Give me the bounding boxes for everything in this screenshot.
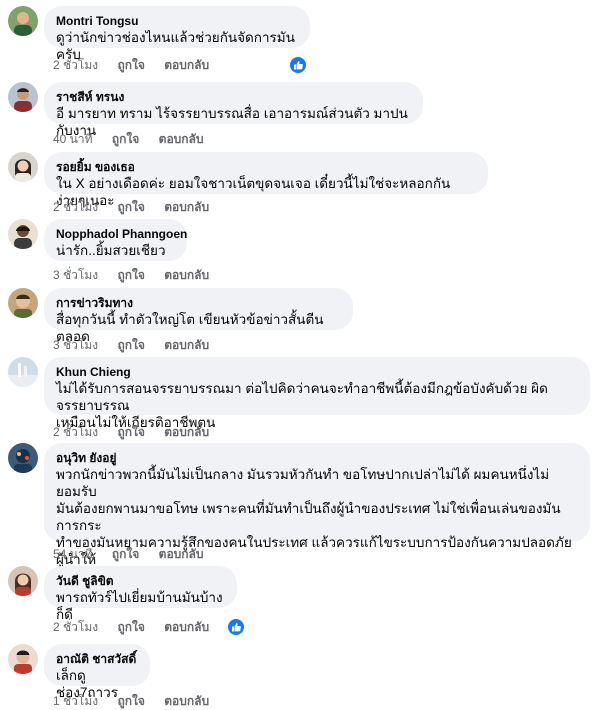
like-button[interactable]: ถูกใจ: [112, 547, 139, 561]
avatar[interactable]: [8, 566, 38, 596]
comment-bubble: Montri Tongsu ดูว่านักข่าวช่องไหนแล้วช่ว…: [44, 6, 310, 62]
like-button[interactable]: ถูกใจ: [117, 694, 144, 708]
reply-button[interactable]: ตอบกลับ: [164, 58, 209, 72]
avatar[interactable]: [8, 288, 38, 318]
like-button[interactable]: ถูกใจ: [117, 200, 144, 214]
thumbs-up-icon[interactable]: [289, 56, 307, 74]
author-name[interactable]: ราชสีห์ ทรนง: [56, 89, 411, 105]
reply-button[interactable]: ตอบกลับ: [164, 620, 209, 634]
avatar[interactable]: [8, 219, 38, 249]
timestamp[interactable]: 40 นาที: [53, 132, 93, 146]
comment-actions: 3 ชั่วโมง ถูกใจ ตอบกลับ: [53, 338, 225, 352]
author-name[interactable]: Khun Chieng: [56, 364, 578, 380]
comment-text: ไม่ได้รับการสอนจรรยาบรรณมา ต่อไปคิดว่าคน…: [56, 381, 548, 413]
comment-text: มันต้องยกพานมาขอโทษ เพราะคนที่มันทำเป็นถ…: [56, 501, 561, 533]
comment-bubble: วันดี ชูลิขิต พารถทัวร์ไปเยี่ยมบ้านมันบ้…: [44, 566, 237, 622]
author-name[interactable]: รอยยิ้ม ของเธอ: [56, 159, 476, 175]
comment-actions: 40 นาที ถูกใจ ตอบกลับ: [53, 132, 220, 146]
reply-button[interactable]: ตอบกลับ: [159, 132, 204, 146]
comment-actions: 2 ชั่วโมง ถูกใจ ตอบกลับ: [53, 620, 225, 634]
reply-button[interactable]: ตอบกลับ: [159, 547, 204, 561]
author-name[interactable]: Nopphadol Phanngoen: [56, 226, 187, 242]
reply-button[interactable]: ตอบกลับ: [164, 425, 209, 439]
comment-actions: 54 นาที ถูกใจ ตอบกลับ: [53, 547, 220, 561]
reply-button[interactable]: ตอบกลับ: [164, 338, 209, 352]
comment-actions: 3 ชั่วโมง ถูกใจ ตอบกลับ: [53, 268, 225, 282]
like-button[interactable]: ถูกใจ: [117, 58, 144, 72]
comment-actions: 2 ชั่วโมง ถูกใจ ตอบกลับ: [53, 425, 225, 439]
like-button[interactable]: ถูกใจ: [117, 268, 144, 282]
comment-text: น่ารัก..ยิ้มสวยเชียว: [56, 243, 166, 258]
like-button[interactable]: ถูกใจ: [117, 620, 144, 634]
avatar[interactable]: [8, 152, 38, 182]
comment-bubble: Nopphadol Phanngoen น่ารัก..ยิ้มสวยเชียว: [44, 219, 187, 261]
avatar[interactable]: [8, 443, 38, 473]
like-button[interactable]: ถูกใจ: [117, 425, 144, 439]
reply-button[interactable]: ตอบกลับ: [164, 694, 209, 708]
timestamp[interactable]: 1 ชั่วโมง: [53, 694, 98, 708]
reply-button[interactable]: ตอบกลับ: [164, 200, 209, 214]
comment-bubble: ราชสีห์ ทรนง อี มารยาท ทราม ไร้จรรยาบรรณ…: [44, 82, 423, 138]
avatar[interactable]: [8, 357, 38, 387]
like-button[interactable]: ถูกใจ: [117, 338, 144, 352]
comment-bubble: อนุวิท ยังอยู่ พวกนักข่าวพวกนี้มันไม่เป็…: [44, 443, 590, 584]
timestamp[interactable]: 2 ชั่วโมง: [53, 620, 98, 634]
comment-text: พารถทัวร์ไปเยี่ยมบ้านมันบ้างก็ดี: [56, 590, 223, 622]
thumbs-up-icon[interactable]: [227, 618, 245, 636]
comment-bubble: รอยยิ้ม ของเธอ ใน X อย่างเดือดค่ะ ยอมใจช…: [44, 152, 488, 208]
comment-actions: 1 ชั่วโมง ถูกใจ ตอบกลับ: [53, 694, 225, 708]
author-name[interactable]: Montri Tongsu: [56, 13, 298, 29]
timestamp[interactable]: 3 ชั่วโมง: [53, 268, 98, 282]
timestamp[interactable]: 2 ชั่วโมง: [53, 58, 98, 72]
like-button[interactable]: ถูกใจ: [112, 132, 139, 146]
comment-bubble: การข่าวริมทาง สื่อทุกวันนี้ ทำตัวใหญ่โต …: [44, 288, 353, 344]
timestamp[interactable]: 2 ชั่วโมง: [53, 200, 98, 214]
author-name[interactable]: การข่าวริมทาง: [56, 295, 341, 311]
author-name[interactable]: อนุวิท ยังอยู่: [56, 450, 578, 466]
comment-text: พวกนักข่าวพวกนี้มันไม่เป็นกลาง มันรวมหัว…: [56, 467, 550, 499]
comment-actions: 2 ชั่วโมง ถูกใจ ตอบกลับ: [53, 200, 225, 214]
timestamp[interactable]: 3 ชั่วโมง: [53, 338, 98, 352]
avatar[interactable]: [8, 6, 38, 36]
reply-button[interactable]: ตอบกลับ: [164, 268, 209, 282]
comment-actions: 2 ชั่วโมง ถูกใจ ตอบกลับ: [53, 58, 225, 72]
timestamp[interactable]: 54 นาที: [53, 547, 93, 561]
avatar[interactable]: [8, 82, 38, 112]
comment-bubble: อาณัติ ชาสวัสดิ์ เล็กดูช่อง7ถาวร: [44, 644, 150, 700]
author-name[interactable]: วันดี ชูลิขิต: [56, 573, 225, 589]
author-name[interactable]: อาณัติ ชาสวัสดิ์: [56, 651, 138, 667]
comment-bubble: Khun Chieng ไม่ได้รับการสอนจรรยาบรรณมา ต…: [44, 357, 590, 430]
avatar[interactable]: [8, 644, 38, 674]
timestamp[interactable]: 2 ชั่วโมง: [53, 425, 98, 439]
